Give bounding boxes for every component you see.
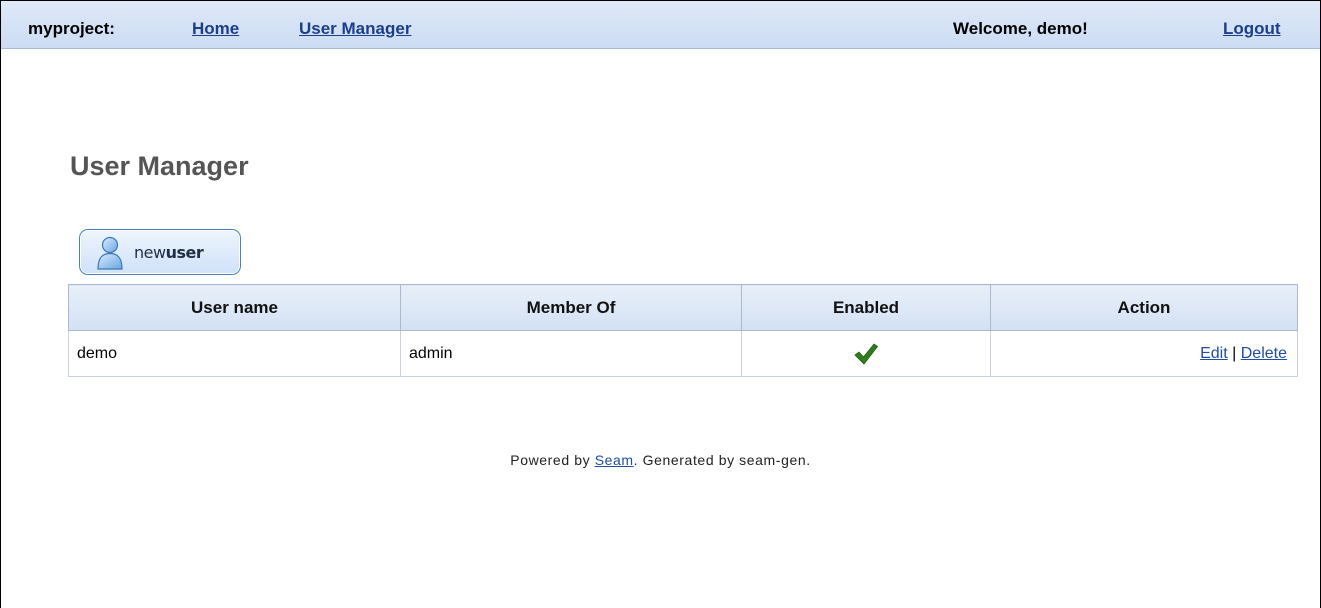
new-user-button[interactable]: newuser bbox=[79, 229, 241, 275]
new-user-label-prefix: new bbox=[134, 243, 166, 262]
logout-link[interactable]: Logout bbox=[1223, 19, 1281, 39]
new-user-label-suffix: user bbox=[165, 243, 204, 262]
new-user-label: newuser bbox=[134, 243, 204, 262]
edit-link[interactable]: Edit bbox=[1200, 345, 1228, 362]
table-row: demo admin Edit | Delete bbox=[68, 330, 1298, 377]
users-table: User name Member Of Enabled Action demo … bbox=[68, 284, 1298, 377]
home-link[interactable]: Home bbox=[192, 19, 239, 39]
column-header-member-of[interactable]: Member Of bbox=[400, 284, 742, 331]
seam-link[interactable]: Seam bbox=[595, 452, 634, 468]
page-title: User Manager bbox=[70, 151, 249, 181]
footer-suffix: . Generated by seam-gen. bbox=[633, 452, 811, 468]
action-separator: | bbox=[1232, 344, 1237, 362]
cell-user-name: demo bbox=[68, 330, 401, 377]
cell-member-of: admin bbox=[400, 330, 742, 377]
app-brand: myproject: bbox=[28, 19, 115, 38]
cell-action: Edit | Delete bbox=[990, 330, 1298, 377]
check-icon bbox=[854, 342, 879, 365]
footer-prefix: Powered by bbox=[510, 452, 591, 468]
user-icon bbox=[97, 236, 123, 270]
top-menu-bar: myproject: Home User Manager Welcome, de… bbox=[1, 1, 1320, 49]
column-header-user-name[interactable]: User name bbox=[68, 284, 401, 331]
column-header-action: Action bbox=[990, 284, 1298, 331]
user-manager-link[interactable]: User Manager bbox=[299, 19, 411, 39]
delete-link[interactable]: Delete bbox=[1241, 345, 1287, 362]
table-header-row: User name Member Of Enabled Action bbox=[68, 284, 1298, 331]
welcome-message: Welcome, demo! bbox=[953, 19, 1088, 38]
column-header-enabled[interactable]: Enabled bbox=[741, 284, 991, 331]
cell-enabled bbox=[741, 330, 991, 377]
footer: Powered by Seam. Generated by seam-gen. bbox=[1, 452, 1320, 468]
